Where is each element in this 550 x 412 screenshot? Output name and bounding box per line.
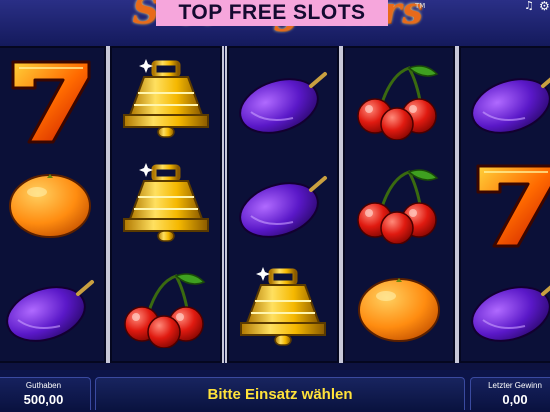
settings-icon[interactable]: ⚙ <box>539 0 550 12</box>
plum-symbol <box>459 257 550 361</box>
orange-symbol <box>0 153 106 257</box>
balance-panel: Guthaben 500,00 <box>0 377 91 410</box>
seven-symbol <box>459 153 550 257</box>
music-icon[interactable]: ♫ <box>524 0 534 12</box>
status-message: Bitte Einsatz wählen <box>95 377 465 410</box>
orange-symbol <box>343 257 455 361</box>
last-win-panel: Letzter Gewinn 0,00 <box>470 377 550 410</box>
plum-symbol <box>227 49 339 153</box>
balance-label: Guthaben <box>25 381 62 390</box>
reel-2 <box>108 46 224 363</box>
bell-symbol <box>110 49 222 153</box>
balance-value: 500,00 <box>23 392 64 407</box>
cherries-symbol <box>343 49 455 153</box>
reel-4 <box>341 46 457 363</box>
cherries-symbol <box>110 257 222 361</box>
reel-1 <box>0 46 108 363</box>
seven-symbol <box>0 49 106 153</box>
plum-symbol <box>459 49 550 153</box>
cherries-symbol <box>343 153 455 257</box>
bell-symbol <box>110 153 222 257</box>
plum-symbol <box>0 257 106 361</box>
plum-symbol <box>227 153 339 257</box>
last-win-label: Letzter Gewinn <box>488 381 542 390</box>
last-win-value: 0,00 <box>502 392 528 407</box>
reel-3 <box>225 46 341 363</box>
bell-symbol <box>227 257 339 361</box>
top-free-slots-banner: TOP FREE SLOTS <box>156 0 388 26</box>
reel-5 <box>457 46 550 363</box>
top-bar: Sizzling Stars TM TOP FREE SLOTS ♫ ⚙ <box>0 0 550 46</box>
trademark-label: TM <box>415 2 426 10</box>
